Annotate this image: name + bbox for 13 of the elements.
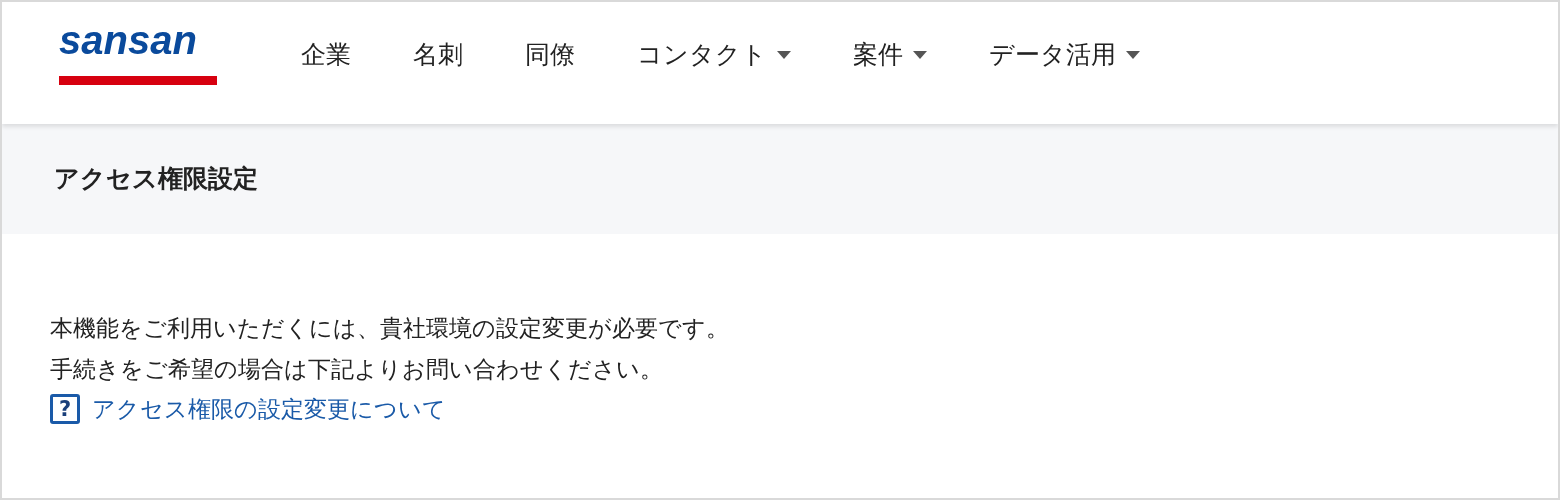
nav-item[interactable]: 案件 <box>853 36 927 74</box>
help-link[interactable]: ? アクセス権限の設定変更について <box>50 392 446 427</box>
notice-text: 手続きをご希望の場合は下記よりお問い合わせください。 <box>50 355 664 384</box>
notice-text: 本機能をご利用いただくには、貴社環境の設定変更が必要です。 <box>50 314 730 343</box>
help-link-text: アクセス権限の設定変更について <box>92 395 446 424</box>
nav-item[interactable]: コンタクト <box>637 36 791 74</box>
nav-item[interactable]: 名刺 <box>413 36 463 74</box>
nav-item[interactable]: 同僚 <box>525 36 575 74</box>
help-icon: ? <box>50 394 80 425</box>
logo[interactable]: sansan <box>59 20 217 85</box>
page-title: アクセス権限設定 <box>54 163 258 196</box>
nav-item[interactable]: データ活用 <box>989 36 1140 74</box>
nav-item[interactable]: 企業 <box>301 36 351 74</box>
